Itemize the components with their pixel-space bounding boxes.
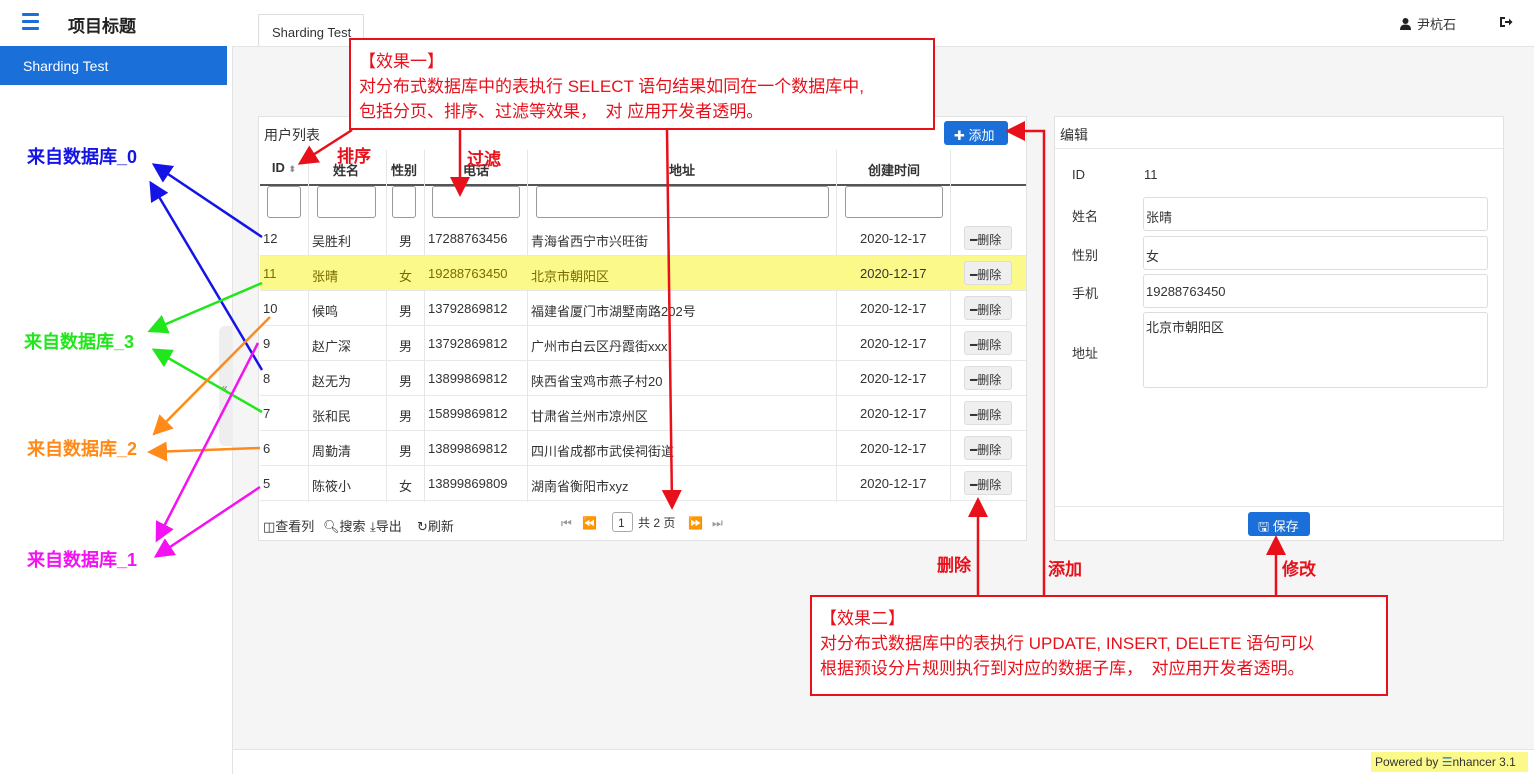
callout-effect-one-line1: 对分布式数据库中的表执行 SELECT 语句结果如同在一个数据库中,	[359, 77, 864, 96]
annotation-filter: 过滤	[467, 150, 501, 169]
callout-effect-two: 【效果二】 对分布式数据库中的表执行 UPDATE, INSERT, DELET…	[810, 595, 1388, 696]
footer-bar	[233, 749, 1534, 774]
enhancer-brand: nhancer 3.1	[1452, 755, 1516, 769]
callout-effect-two-line1: 对分布式数据库中的表执行 UPDATE, INSERT, DELETE 语句可以	[820, 634, 1315, 653]
powered-by-text: Powered by	[1375, 755, 1442, 769]
annotation-add: 添加	[1048, 560, 1082, 579]
callout-effect-one-line2: 包括分页、排序、过滤等效果， 对 应用开发者透明。	[359, 102, 764, 121]
annotation-delete: 删除	[937, 556, 971, 575]
callout-effect-one: 【效果一】 对分布式数据库中的表执行 SELECT 语句结果如同在一个数据库中,…	[349, 38, 935, 130]
enhancer-logo-icon: ☰	[1441, 755, 1453, 769]
powered-by-badge: Powered by ☰nhancer 3.1	[1371, 752, 1528, 772]
callout-effect-two-line2: 根据预设分片规则执行到对应的数据子库， 对应用开发者透明。	[820, 659, 1305, 678]
annotation-sort: 排序	[337, 147, 371, 166]
annotation-modify: 修改	[1282, 560, 1316, 579]
callout-effect-two-title: 【效果二】	[820, 609, 905, 628]
callout-effect-one-title: 【效果一】	[359, 52, 444, 71]
